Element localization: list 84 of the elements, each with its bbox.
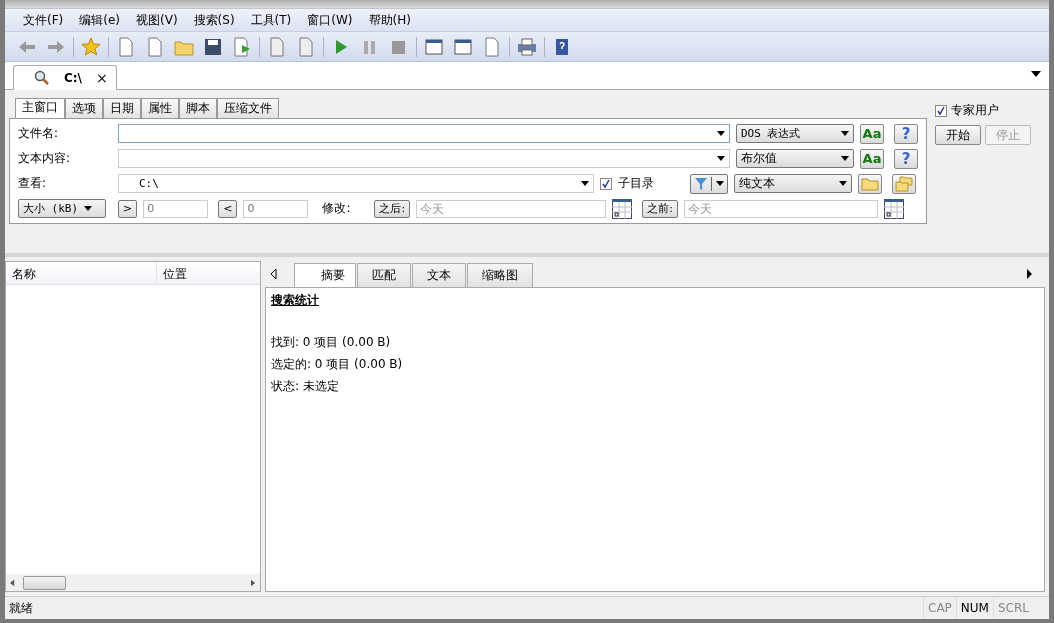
save-icon[interactable] — [203, 36, 223, 57]
calendar-icon[interactable] — [883, 198, 904, 219]
mode-dropdown[interactable]: 布尔值 — [736, 149, 854, 168]
tab[interactable]: 文本 — [412, 263, 466, 287]
help-button[interactable]: ? — [894, 148, 918, 169]
menu-item[interactable]: 视图(V) — [128, 11, 186, 29]
match-case-button[interactable]: Aa — [860, 148, 884, 169]
dropdown-arrow-icon[interactable] — [716, 181, 724, 186]
summary-title: 搜索统计 — [271, 292, 320, 309]
mode-dropdown[interactable]: 纯文本 — [734, 174, 852, 193]
filter-button[interactable] — [690, 173, 728, 194]
key-indicator: SCRL — [992, 598, 1033, 618]
size-dropdown[interactable]: 大小 (kB) — [18, 199, 106, 218]
less-than-button[interactable]: < — [218, 199, 238, 218]
close-button[interactable]: × — [96, 70, 108, 86]
tab[interactable]: 主窗口 — [15, 98, 65, 118]
dropdown-arrow-icon[interactable] — [717, 131, 725, 136]
tab[interactable]: 日期 — [103, 98, 141, 118]
summary-line: 状态: 未选定 — [271, 378, 340, 395]
menu-item[interactable]: 搜索(S) — [185, 11, 243, 29]
menu-item[interactable]: 文件(F) — [15, 11, 72, 29]
dropdown-arrow-icon[interactable] — [1031, 71, 1041, 77]
size-field[interactable]: 0 — [243, 199, 309, 218]
key-indicator: CAP — [923, 598, 956, 618]
field-label: 文件名: — [18, 125, 60, 142]
size-field[interactable]: 0 — [143, 199, 209, 218]
match-case-button[interactable]: Aa — [860, 123, 884, 144]
checkbox[interactable] — [600, 177, 612, 190]
export-icon[interactable] — [232, 36, 252, 57]
scroll-right-icon[interactable] — [251, 578, 256, 587]
checkbox[interactable] — [935, 104, 947, 117]
tab-label: C:\ — [64, 71, 82, 85]
window-layout-icon[interactable] — [453, 36, 473, 57]
greater-than-button[interactable]: > — [118, 199, 138, 218]
menu-item[interactable]: 帮助(H) — [360, 11, 419, 29]
menu-item[interactable]: 窗口(W) — [299, 11, 361, 29]
window-icon[interactable] — [424, 36, 444, 57]
folder-icon — [861, 176, 879, 191]
field-label: 查看: — [18, 175, 48, 192]
summary-line: 找到: 0 项目 (0.00 B) — [271, 334, 392, 351]
tab[interactable]: 匹配 — [357, 263, 411, 287]
checkbox-label: 专家用户 — [951, 102, 999, 119]
search-icon — [34, 70, 50, 86]
status-text: 就绪 — [9, 599, 33, 617]
scrollbar-thumb[interactable] — [23, 575, 66, 590]
filter-icon — [694, 176, 708, 191]
document-tab[interactable]: C:\ × — [13, 65, 117, 90]
scroll-left-icon[interactable] — [271, 269, 277, 279]
summary-line: 选定的: 0 项目 (0.00 B) — [271, 356, 404, 373]
scroll-left-icon[interactable] — [10, 578, 15, 587]
tab[interactable]: 属性 — [141, 98, 179, 118]
field-label: 文本内容: — [18, 150, 72, 167]
dropdown-arrow-icon[interactable] — [839, 181, 847, 186]
scroll-right-icon[interactable] — [1027, 269, 1033, 279]
tab[interactable]: 脚本 — [179, 98, 217, 118]
tab[interactable]: 选项 — [65, 98, 103, 118]
menu-item[interactable]: 工具(T) — [242, 11, 300, 29]
before-button[interactable]: 之前: — [642, 199, 678, 218]
text-content-field[interactable] — [118, 149, 730, 168]
tab[interactable]: 摘要 — [294, 263, 356, 288]
menu-item[interactable]: 编辑(e) — [71, 11, 128, 29]
mode-dropdown[interactable]: DOS 表达式 — [736, 124, 854, 143]
start-button[interactable]: 开始 — [935, 125, 981, 145]
tab[interactable]: 压缩文件 — [217, 98, 279, 118]
print-icon[interactable] — [517, 36, 537, 57]
horizontal-scrollbar[interactable] — [6, 574, 260, 591]
look-in-field[interactable]: C:\ — [118, 174, 594, 193]
dropdown-arrow-icon[interactable] — [581, 181, 589, 186]
filename-field[interactable] — [118, 124, 730, 143]
key-indicator: NUM — [955, 598, 993, 618]
field-label: 修改: — [322, 200, 351, 217]
dropdown-arrow-icon[interactable] — [841, 156, 849, 161]
dropdown-arrow-icon[interactable] — [717, 156, 725, 161]
after-button[interactable]: 之后: — [374, 199, 411, 218]
calendar-icon[interactable] — [612, 198, 633, 219]
column-header[interactable]: 名称 — [6, 262, 157, 284]
column-header[interactable]: 位置 — [157, 262, 193, 284]
star-icon[interactable] — [81, 36, 101, 57]
tab[interactable]: 缩略图 — [467, 263, 533, 287]
checkbox-label: 子目录 — [618, 175, 654, 192]
help-button[interactable]: ? — [894, 123, 918, 144]
dropdown-arrow-icon[interactable] — [841, 131, 849, 136]
dropdown-arrow-icon[interactable] — [84, 206, 93, 211]
folders-icon — [895, 175, 913, 192]
